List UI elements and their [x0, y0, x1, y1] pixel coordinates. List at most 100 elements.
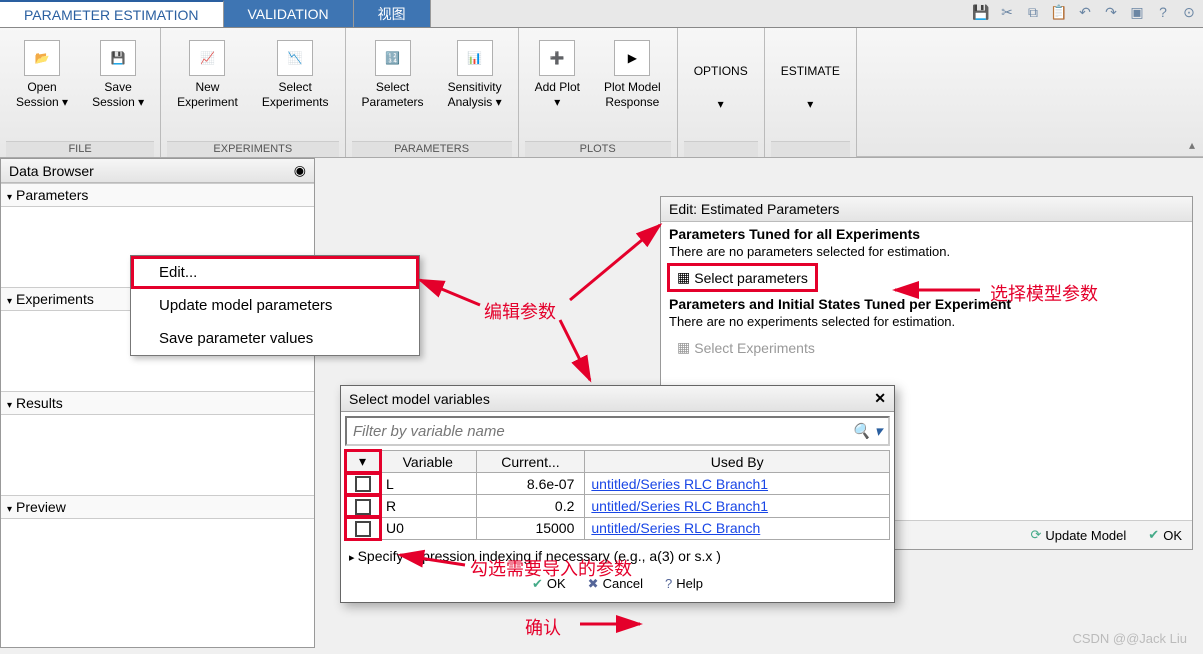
tab-label: 视图: [378, 4, 406, 24]
panel-title: Edit: Estimated Parameters: [661, 197, 1192, 222]
add-plot-icon: ➕: [539, 40, 575, 76]
cell-variable: U0: [380, 517, 477, 539]
section-label: Preview: [16, 499, 66, 515]
paste-icon[interactable]: 📋: [1049, 2, 1069, 22]
select-all-header[interactable]: ▾: [346, 451, 380, 473]
options-button[interactable]: OPTIONS ▾: [684, 38, 758, 114]
select-parameters-link[interactable]: ▦Select parameters: [669, 265, 816, 290]
section-label: Parameters: [16, 187, 88, 203]
panel-title: Data Browser: [9, 163, 94, 179]
info-text: There are no parameters selected for est…: [669, 244, 1184, 259]
help-icon[interactable]: ?: [1153, 2, 1173, 22]
plot-response-icon: ▶: [614, 40, 650, 76]
dlg-help-button[interactable]: ?Help: [661, 574, 707, 594]
table-row: L8.6e-07untitled/Series RLC Branch1: [346, 473, 890, 495]
btn-label: ESTIMATE: [781, 64, 840, 79]
link-label: Select parameters: [694, 270, 808, 286]
close-icon[interactable]: ✕: [874, 390, 886, 407]
ribbon-collapse-icon[interactable]: ▴: [1189, 138, 1195, 152]
menu-label: Save parameter values: [159, 330, 313, 347]
ribbon: 📂Open Session ▾ 💾Save Session ▾ FILE 📈Ne…: [0, 28, 1203, 158]
placeholder-text: Filter by variable name: [353, 423, 505, 440]
tab-label: PARAMETER ESTIMATION: [24, 7, 199, 23]
table-row: U015000untitled/Series RLC Branch: [346, 517, 890, 539]
select-model-variables-dialog: Select model variables ✕ Filter by variab…: [340, 385, 895, 603]
sensitivity-analysis-button[interactable]: 📊Sensitivity Analysis ▾: [438, 38, 512, 112]
dlg-cancel-button[interactable]: ✖Cancel: [584, 574, 647, 594]
cell-usedby-link[interactable]: untitled/Series RLC Branch: [585, 517, 890, 539]
btn-label: New Experiment: [177, 80, 238, 110]
tab-view[interactable]: 视图: [354, 0, 431, 27]
more-icon[interactable]: ⊙: [1179, 2, 1199, 22]
expression-indexing-expander[interactable]: Specify expression indexing if necessary…: [341, 544, 894, 568]
btn-label: Plot Model Response: [604, 80, 661, 110]
dialog-title: Select model variables: [349, 391, 490, 407]
btn-label: Cancel: [603, 576, 643, 591]
cell-usedby-link[interactable]: untitled/Series RLC Branch1: [585, 473, 890, 495]
row-checkbox[interactable]: [346, 473, 380, 495]
anno-confirm: 确认: [525, 614, 561, 640]
cell-current: 8.6e-07: [476, 473, 585, 495]
select-parameters-button[interactable]: 🔢 Select Parameters: [352, 38, 434, 112]
row-checkbox[interactable]: [346, 495, 380, 517]
copy-icon[interactable]: ⧉: [1023, 2, 1043, 22]
new-experiment-button[interactable]: 📈 New Experiment: [167, 38, 248, 112]
ctx-update-parameters[interactable]: Update model parameters: [131, 289, 419, 322]
update-model-button[interactable]: ⟳Update Model: [1026, 525, 1130, 545]
section-preview[interactable]: Preview: [1, 495, 314, 519]
section-label: Experiments: [16, 291, 94, 307]
ok-button[interactable]: ✔OK: [1144, 525, 1186, 545]
section-results[interactable]: Results: [1, 391, 314, 415]
section-label: Results: [16, 395, 63, 411]
refresh-icon: ⟳: [1030, 527, 1041, 543]
floppy-icon: 💾: [100, 40, 136, 76]
dropdown-icon[interactable]: ◉: [294, 162, 306, 179]
section-parameters[interactable]: Parameters: [1, 183, 314, 207]
tab-label: VALIDATION: [248, 6, 329, 22]
check-icon: ✔: [532, 576, 543, 592]
plot-model-response-button[interactable]: ▶ Plot Model Response: [594, 38, 671, 112]
help-icon: ?: [665, 576, 672, 591]
search-icon[interactable]: 🔍 ▾: [852, 422, 882, 440]
variables-table: ▾ Variable Current... Used By L8.6e-07un…: [345, 450, 890, 540]
experiment-new-icon: 📈: [189, 40, 225, 76]
col-current: Current...: [476, 451, 585, 473]
btn-label: Select Experiments: [262, 80, 329, 110]
ctx-save-values[interactable]: Save parameter values: [131, 322, 419, 355]
btn-label: Save Session ▾: [92, 80, 144, 110]
undo-icon[interactable]: ↶: [1075, 2, 1095, 22]
dlg-ok-button[interactable]: ✔OK: [528, 574, 570, 594]
redo-icon[interactable]: ↷: [1101, 2, 1121, 22]
row-checkbox[interactable]: [346, 517, 380, 539]
check-icon: ✔: [1148, 527, 1159, 543]
select-experiments-button[interactable]: 📉Select Experiments: [252, 38, 339, 112]
save-icon[interactable]: 💾: [971, 2, 991, 22]
ctx-edit[interactable]: Edit...: [131, 256, 419, 289]
col-usedby: Used By: [585, 451, 890, 473]
watermark: CSDN @@Jack Liu: [1072, 631, 1187, 646]
btn-label: OPTIONS: [694, 64, 748, 79]
save-session-button[interactable]: 💾 Save Session ▾: [82, 38, 154, 112]
tab-strip: PARAMETER ESTIMATION VALIDATION 视图 💾 ✂ ⧉…: [0, 0, 1203, 28]
parameters-icon: 🔢: [375, 40, 411, 76]
cell-usedby-link[interactable]: untitled/Series RLC Branch1: [585, 495, 890, 517]
tab-validation[interactable]: VALIDATION: [224, 0, 354, 27]
cut-icon[interactable]: ✂: [997, 2, 1017, 22]
sensitivity-icon: 📊: [457, 40, 493, 76]
btn-label: Select Parameters: [362, 80, 424, 110]
tab-parameter-estimation[interactable]: PARAMETER ESTIMATION: [0, 0, 224, 27]
estimate-button[interactable]: ESTIMATE▾: [771, 38, 850, 114]
chevron-down-icon: ▾: [718, 97, 724, 112]
window-icon[interactable]: ▣: [1127, 2, 1147, 22]
cell-variable: R: [380, 495, 477, 517]
open-session-button[interactable]: 📂Open Session ▾: [6, 38, 78, 112]
table-icon: ▦: [677, 269, 690, 286]
select-experiments-link[interactable]: ▦Select Experiments: [669, 335, 823, 360]
table-row: R0.2untitled/Series RLC Branch1: [346, 495, 890, 517]
group-parameters-label: PARAMETERS: [352, 141, 512, 157]
add-plot-button[interactable]: ➕Add Plot ▾: [525, 38, 590, 112]
anno-edit-params: 编辑参数: [484, 298, 556, 324]
filter-input[interactable]: Filter by variable name 🔍 ▾: [345, 416, 890, 446]
btn-label: Open Session ▾: [16, 80, 68, 110]
group-experiments-label: EXPERIMENTS: [167, 141, 338, 157]
